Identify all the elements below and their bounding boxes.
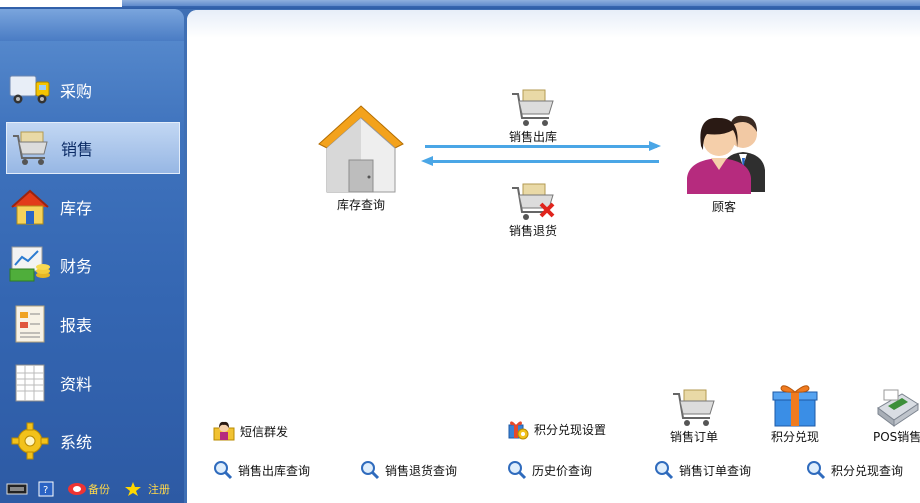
register-label: 注册: [148, 483, 170, 496]
inventory-query-label: 库存查询: [336, 198, 385, 212]
sidebar-item-label: 库存: [60, 199, 93, 218]
money-chart-icon: [8, 243, 52, 287]
sidebar-item-system[interactable]: 系统: [6, 415, 180, 467]
history-price-query-link[interactable]: 历史价查询: [507, 460, 592, 480]
sidebar-item-label: 财务: [60, 257, 93, 276]
sidebar: 采购 销售 库存 财务 报表 资料 系统 ? 备份 注册: [0, 9, 184, 503]
star-icon: [125, 482, 141, 496]
shopping-cart-icon: [9, 126, 53, 170]
magnifier-icon: [361, 461, 380, 480]
customer-people-icon: [687, 115, 765, 194]
sales-return-label: 销售退货: [509, 224, 558, 238]
gift-box-icon: [772, 385, 818, 427]
sales-order-label: 销售订单: [670, 430, 719, 444]
points-redeem-label: 积分兑现: [771, 430, 820, 444]
sidebar-item-label: 报表: [60, 316, 93, 335]
register-button[interactable]: 注册: [124, 481, 170, 497]
customer-node[interactable]: 顾客: [679, 106, 775, 215]
main-header: [187, 10, 920, 38]
backup-label: 备份: [88, 483, 110, 496]
sales-order-query-label: 销售订单查询: [679, 463, 752, 478]
sales-out-node[interactable]: 销售出库: [509, 86, 557, 145]
sales-return-query-link[interactable]: 销售退货查询: [360, 460, 457, 480]
sidebar-item-sales[interactable]: 销售: [6, 122, 180, 174]
sales-order-query-link[interactable]: 销售订单查询: [654, 460, 751, 480]
history-price-query-label: 历史价查询: [532, 463, 593, 478]
magnifier-icon: [508, 461, 527, 480]
spreadsheet-icon: [8, 361, 52, 405]
customer-label: 顾客: [711, 200, 736, 214]
sms-contact-icon: [213, 421, 235, 441]
help-icon[interactable]: ?: [38, 481, 54, 497]
magnifier-icon: [807, 461, 826, 480]
pos-sales-button[interactable]: POS销售: [873, 386, 920, 445]
sales-order-button[interactable]: 销售订单: [670, 386, 718, 445]
backup-button[interactable]: 备份: [66, 481, 110, 497]
title-strip-highlight: [122, 0, 920, 6]
shopping-cart-icon: [673, 389, 715, 426]
sales-out-arrow: [425, 145, 657, 148]
svg-text:?: ?: [43, 485, 48, 496]
gear-icon: [8, 419, 52, 463]
sidebar-item-reports[interactable]: 报表: [6, 298, 180, 350]
sms-broadcast-link[interactable]: 短信群发: [213, 420, 288, 442]
right-arrowhead-icon: [649, 141, 661, 151]
sidebar-item-label: 系统: [60, 433, 93, 452]
sales-out-query-label: 销售出库查询: [238, 463, 311, 478]
sales-return-query-label: 销售退货查询: [385, 463, 458, 478]
house-icon: [8, 185, 52, 229]
shopping-cart-icon: [512, 89, 554, 126]
title-strip: [0, 0, 920, 9]
sms-broadcast-label: 短信群发: [240, 424, 289, 439]
backup-icon: [68, 483, 86, 495]
main-panel: 库存查询 销售出库 销售退货 顾客 短信群发 积分兑现设置 销售订单 积分兑现 …: [187, 10, 920, 503]
warehouse-house-icon: [318, 105, 404, 193]
sidebar-item-finance[interactable]: 财务: [6, 239, 180, 291]
points-setting-label: 积分兑现设置: [534, 422, 607, 437]
magnifier-icon: [655, 461, 674, 480]
left-arrowhead-icon: [421, 156, 433, 166]
points-redeem-button[interactable]: 积分兑现: [771, 382, 819, 445]
magnifier-icon: [214, 461, 233, 480]
sidebar-item-label: 资料: [60, 375, 93, 394]
sales-return-node[interactable]: 销售退货: [509, 180, 557, 239]
inventory-query-node[interactable]: 库存查询: [315, 102, 407, 213]
sidebar-header: [0, 9, 184, 41]
cart-cancel-icon: [512, 183, 555, 220]
pos-terminal-icon: [877, 389, 920, 427]
sales-out-label: 销售出库: [509, 130, 558, 144]
points-redeem-query-label: 积分兑现查询: [831, 463, 904, 478]
truck-icon: [8, 68, 52, 112]
report-document-icon: [8, 302, 52, 346]
points-redeem-query-link[interactable]: 积分兑现查询: [806, 460, 903, 480]
sidebar-footer: ? 备份 注册: [0, 475, 184, 503]
sidebar-item-label: 采购: [60, 82, 93, 101]
sidebar-item-data[interactable]: 资料: [6, 357, 180, 409]
sales-out-query-link[interactable]: 销售出库查询: [213, 460, 310, 480]
window-tab: [0, 0, 122, 7]
keyboard-icon[interactable]: [6, 482, 28, 496]
points-setting-link[interactable]: 积分兑现设置: [507, 418, 606, 440]
sidebar-item-label: 销售: [61, 140, 94, 159]
sidebar-item-purchase[interactable]: 采购: [6, 64, 180, 116]
gift-gear-icon: [508, 421, 529, 440]
sidebar-item-inventory[interactable]: 库存: [6, 181, 180, 233]
pos-sales-label: POS销售: [873, 430, 920, 444]
sales-return-arrow: [429, 160, 659, 163]
